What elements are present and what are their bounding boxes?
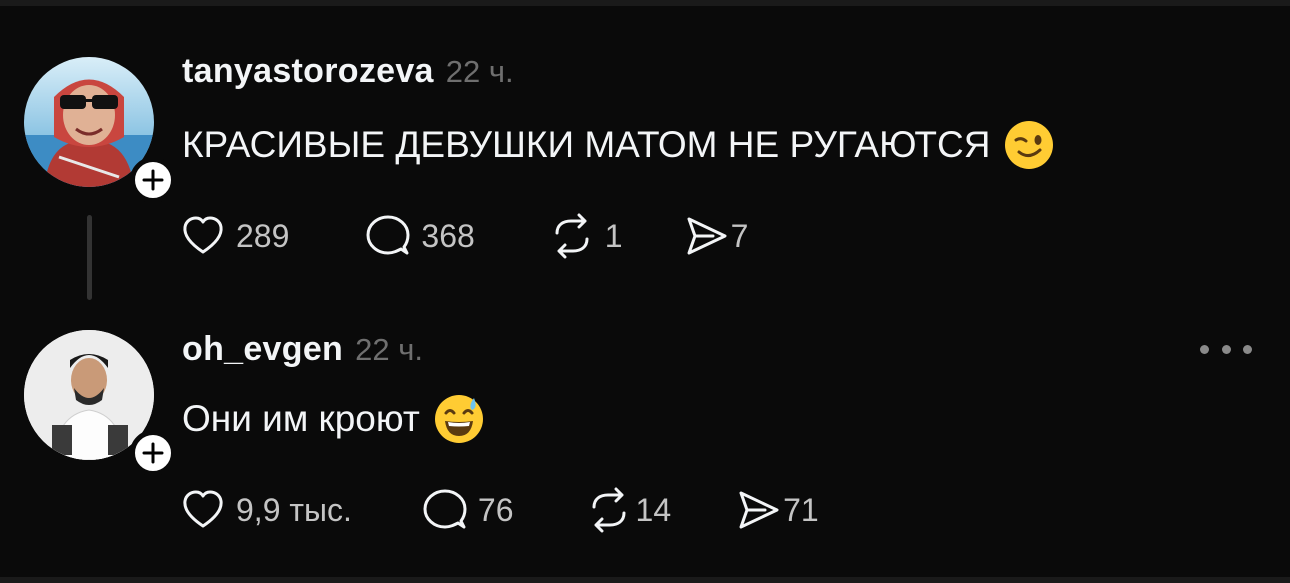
- username[interactable]: oh_evgen: [182, 330, 343, 369]
- reply-count: 368: [421, 217, 475, 254]
- top-divider: [0, 0, 1290, 6]
- avatar-2-wrap[interactable]: [24, 330, 176, 476]
- reply-count: 76: [477, 491, 514, 528]
- repost-button[interactable]: 1: [549, 213, 623, 259]
- send-icon: [687, 217, 727, 255]
- reply-button[interactable]: 368: [365, 213, 475, 259]
- comment-header: oh_evgen 22 ч.: [182, 330, 423, 369]
- comment-text: Они им кроют: [182, 393, 484, 445]
- more-icon-dot: [1200, 344, 1209, 354]
- plus-icon: [142, 169, 164, 191]
- repost-count: 14: [635, 491, 672, 528]
- send-icon: [739, 491, 779, 529]
- timestamp[interactable]: 22 ч.: [446, 54, 514, 90]
- comment-header: tanyastorozeva 22 ч.: [182, 52, 514, 91]
- grinning-face-with-sweat-icon: [434, 395, 483, 443]
- like-count: 9,9 тыс.: [236, 491, 352, 528]
- like-button[interactable]: 9,9 тыс.: [180, 487, 352, 533]
- comment-icon: [366, 215, 410, 255]
- avatar-1-wrap[interactable]: [24, 57, 176, 203]
- thread-line: [87, 215, 92, 300]
- heart-icon: [183, 216, 223, 254]
- winking-face-icon: [1005, 121, 1054, 169]
- more-options-button[interactable]: [1200, 339, 1252, 359]
- timestamp[interactable]: 22 ч.: [355, 332, 423, 368]
- plus-icon: [142, 442, 164, 464]
- share-button[interactable]: 7: [683, 213, 749, 259]
- repost-count: 1: [604, 217, 623, 254]
- more-icon-dot: [1221, 344, 1231, 354]
- comment-icon: [423, 489, 467, 529]
- action-bar: 289 368 1 7: [180, 213, 748, 259]
- repost-icon: [555, 213, 589, 259]
- action-bar: 9,9 тыс. 76 14 71: [180, 487, 819, 533]
- bottom-divider: [0, 577, 1290, 583]
- follow-button[interactable]: [130, 157, 176, 203]
- share-count: 71: [783, 491, 819, 528]
- like-button[interactable]: 289: [180, 213, 289, 259]
- share-button[interactable]: 71: [735, 487, 819, 533]
- repost-button[interactable]: 14: [586, 487, 672, 533]
- heart-icon: [183, 490, 223, 528]
- comment-text: КРАСИВЫЕ ДЕВУШКИ МАТОМ НЕ РУГАЮТСЯ: [182, 119, 1054, 171]
- username[interactable]: tanyastorozeva: [182, 52, 434, 91]
- repost-icon: [592, 487, 626, 533]
- more-icon-dot: [1243, 344, 1252, 354]
- follow-button[interactable]: [130, 430, 176, 476]
- comment-body: Они им кроют: [182, 398, 420, 439]
- share-count: 7: [730, 217, 749, 254]
- like-count: 289: [236, 217, 290, 254]
- reply-button[interactable]: 76: [422, 487, 514, 533]
- comment-body: КРАСИВЫЕ ДЕВУШКИ МАТОМ НЕ РУГАЮТСЯ: [182, 124, 991, 165]
